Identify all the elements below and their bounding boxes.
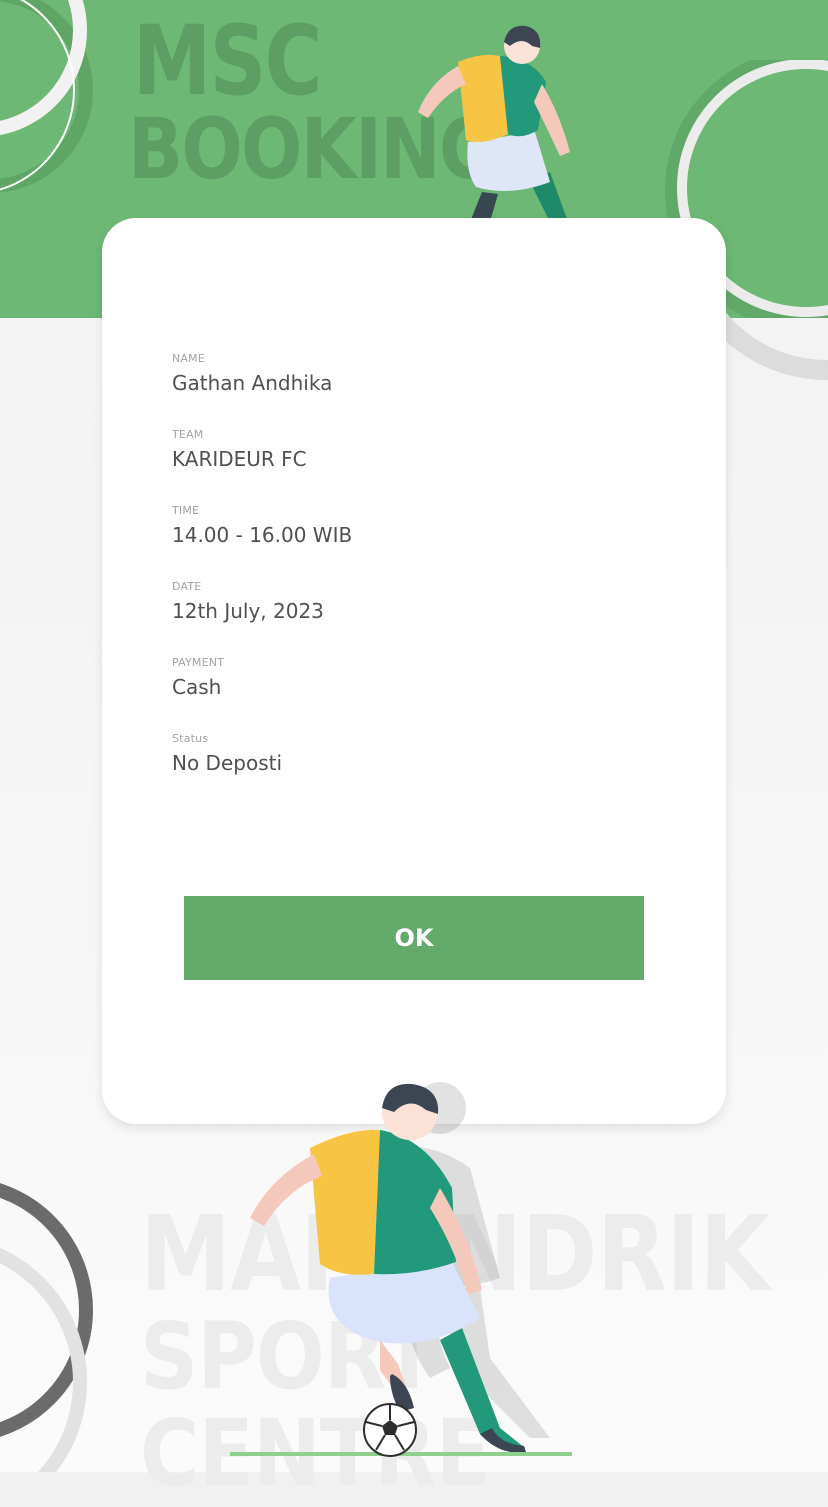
football-player-illustration <box>418 25 570 222</box>
field-team-label: TEAM <box>172 428 204 441</box>
field-time: TIME 14.00 - 16.00 WIB <box>172 504 652 547</box>
decorative-rings-bottom-left <box>0 1183 93 1472</box>
field-time-label: TIME <box>172 504 200 517</box>
field-payment-label: PAYMENT <box>172 656 225 669</box>
field-time-value: 14.00 - 16.00 WIB <box>172 523 353 547</box>
field-payment: PAYMENT Cash <box>172 656 652 699</box>
field-payment-value: Cash <box>172 675 222 699</box>
field-status-label: Status <box>172 732 209 745</box>
ok-button[interactable]: OK <box>184 896 644 980</box>
booking-details-card: NAME Gathan Andhika TEAM KARIDEUR FC TIM… <box>102 218 726 1124</box>
field-name-label: NAME <box>172 352 205 365</box>
field-status-value: No Deposti <box>172 751 283 775</box>
field-name: NAME Gathan Andhika <box>172 352 652 395</box>
field-date-value: 12th July, 2023 <box>172 599 324 623</box>
field-status: Status No Deposti <box>172 732 652 775</box>
field-date-label: DATE <box>172 580 202 593</box>
field-date: DATE 12th July, 2023 <box>172 580 652 623</box>
field-name-value: Gathan Andhika <box>172 371 333 395</box>
field-team: TEAM KARIDEUR FC <box>172 428 652 471</box>
soccer-ball-icon <box>363 1403 417 1457</box>
field-team-value: KARIDEUR FC <box>172 447 307 471</box>
